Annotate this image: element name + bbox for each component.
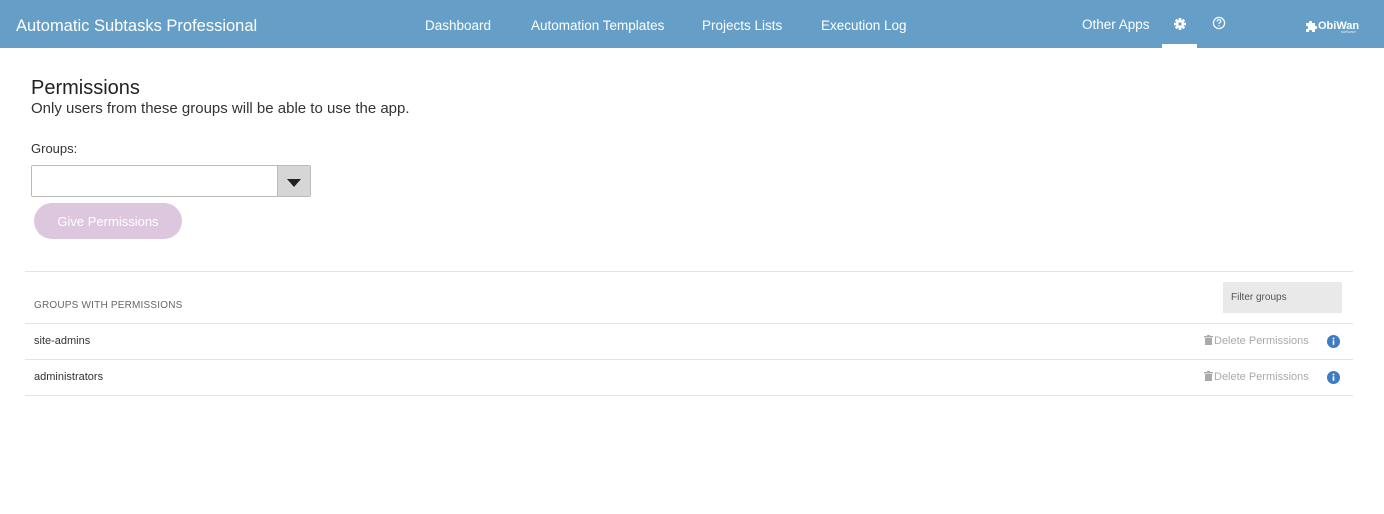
page-title: Permissions [31,77,140,99]
delete-permissions-button[interactable]: Delete Permissions [1204,371,1309,383]
delete-label: Delete Permissions [1214,335,1309,347]
table-header-divider [25,323,1353,324]
nav-automation-templates[interactable]: Automation Templates [531,18,664,33]
info-icon[interactable] [1327,335,1340,348]
filter-groups-input[interactable] [1223,282,1342,313]
delete-permissions-button[interactable]: Delete Permissions [1204,335,1309,347]
group-name: administrators [34,371,104,383]
row-divider [25,395,1353,396]
row-divider [25,359,1353,360]
info-icon[interactable] [1327,371,1340,384]
section-divider [25,271,1353,272]
groups-select[interactable] [31,165,311,197]
nav-other-apps[interactable]: Other Apps [1082,17,1150,32]
top-navigation-bar: Automatic Subtasks Professional Dashboar… [0,0,1384,48]
gear-icon[interactable] [1170,14,1190,34]
table-header: GROUPS WITH PERMISSIONS [34,300,183,311]
nav-projects-lists[interactable]: Projects Lists [702,18,782,33]
nav-dashboard[interactable]: Dashboard [425,18,491,33]
help-circle-icon[interactable] [1209,13,1229,33]
brand-sub: software [1341,29,1357,34]
delete-label: Delete Permissions [1214,371,1309,383]
give-permissions-button[interactable]: Give Permissions [34,203,182,239]
caret-down-icon[interactable] [277,166,310,196]
app-title[interactable]: Automatic Subtasks Professional [16,17,257,36]
page-subtitle: Only users from these groups will be abl… [31,100,410,117]
trash-icon [1204,335,1213,345]
groups-label: Groups: [31,141,78,156]
nav-execution-log[interactable]: Execution Log [821,18,907,33]
group-name: site-admins [34,335,91,347]
trash-icon [1204,371,1213,381]
active-tab-indicator [1162,44,1197,48]
